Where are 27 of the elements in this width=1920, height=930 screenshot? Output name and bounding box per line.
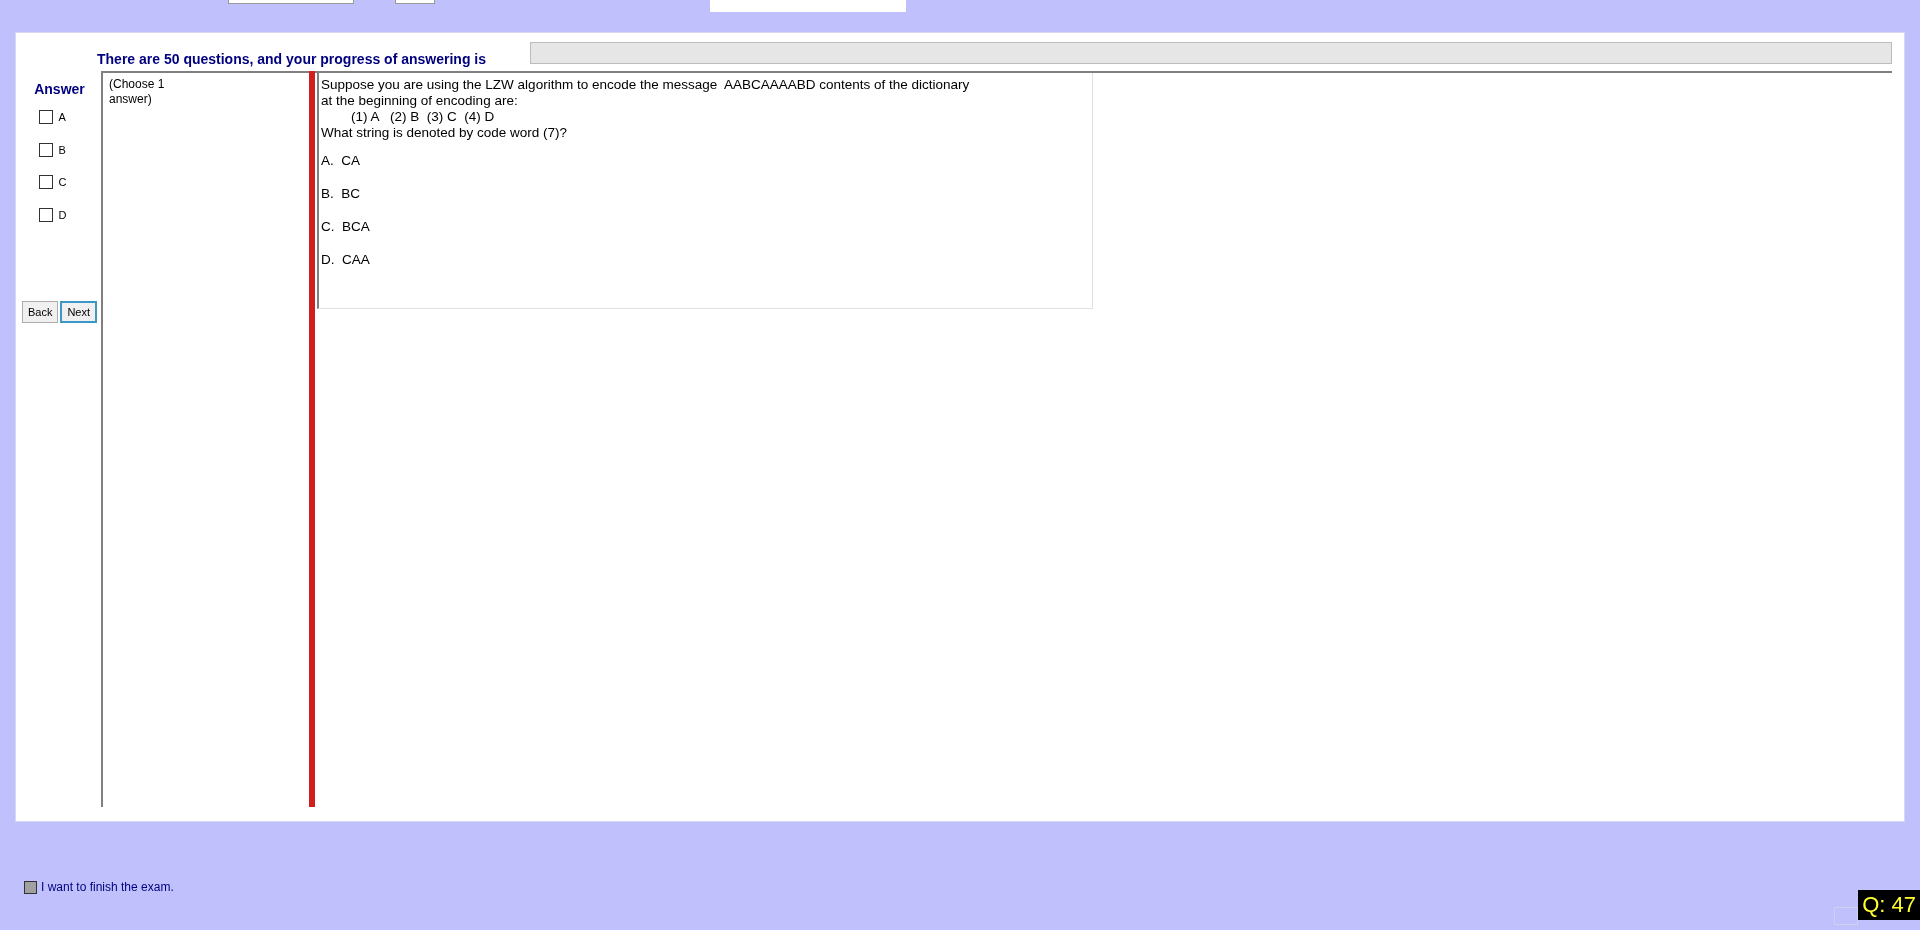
choice-text: D. CAA [321,251,371,269]
choice-text: C. BCA [321,218,371,236]
option-label: A [58,110,66,125]
small-field[interactable] [395,0,435,4]
question-text: What string is denoted by code word (7)? [321,125,569,141]
question-text: at the beginning of encoding are: [321,93,519,109]
next-button[interactable]: Next [60,301,98,323]
option-label: D [58,207,67,223]
choice-text: A. CA [321,152,361,170]
checkbox[interactable] [38,207,53,222]
empty-field [1834,907,1859,925]
question-text: Suppose you are using the LZW algorithm to encode the message AABCAAAABD contents of the dictionary [321,77,971,93]
question-counter: Q: 47 [1858,890,1920,920]
checkbox[interactable] [38,175,53,190]
instruction-text: (Choose 1 answer) [109,77,166,107]
finish-checkbox[interactable] [24,880,37,894]
question-text: (1) A (2) B (3) C (4) D [350,109,496,125]
option-label: B [58,142,66,158]
answer-title: Answer [34,80,85,99]
progress-text: There are 50 questions, and your progress of answering is [97,49,486,69]
back-button[interactable]: Back [21,301,59,323]
checkbox[interactable] [38,142,53,157]
choice-text: B. BC [321,185,361,203]
checkbox[interactable] [38,110,53,125]
dropdown-field[interactable] [228,0,354,4]
option-label: C [58,175,67,190]
finish-label: I want to finish the exam. [41,879,174,896]
